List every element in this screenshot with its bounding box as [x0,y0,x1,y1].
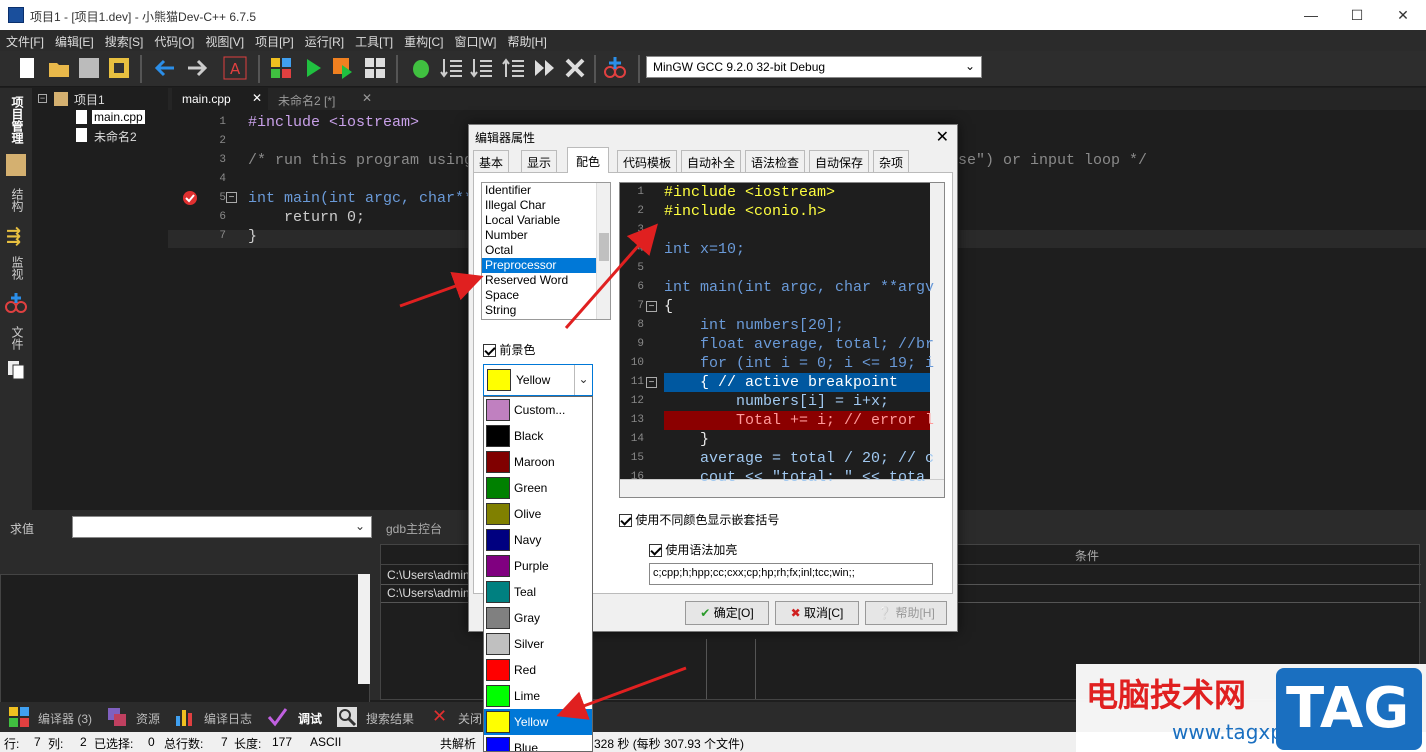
watermark-logo: TAG [1276,668,1422,750]
watermark: 电脑技术网 www.tagxp.com TAG [1076,664,1426,752]
watermark-text: 电脑技术网 [1086,676,1247,714]
annotation-arrows [399,223,687,720]
tab-colors[interactable]: 配色 [567,147,610,173]
